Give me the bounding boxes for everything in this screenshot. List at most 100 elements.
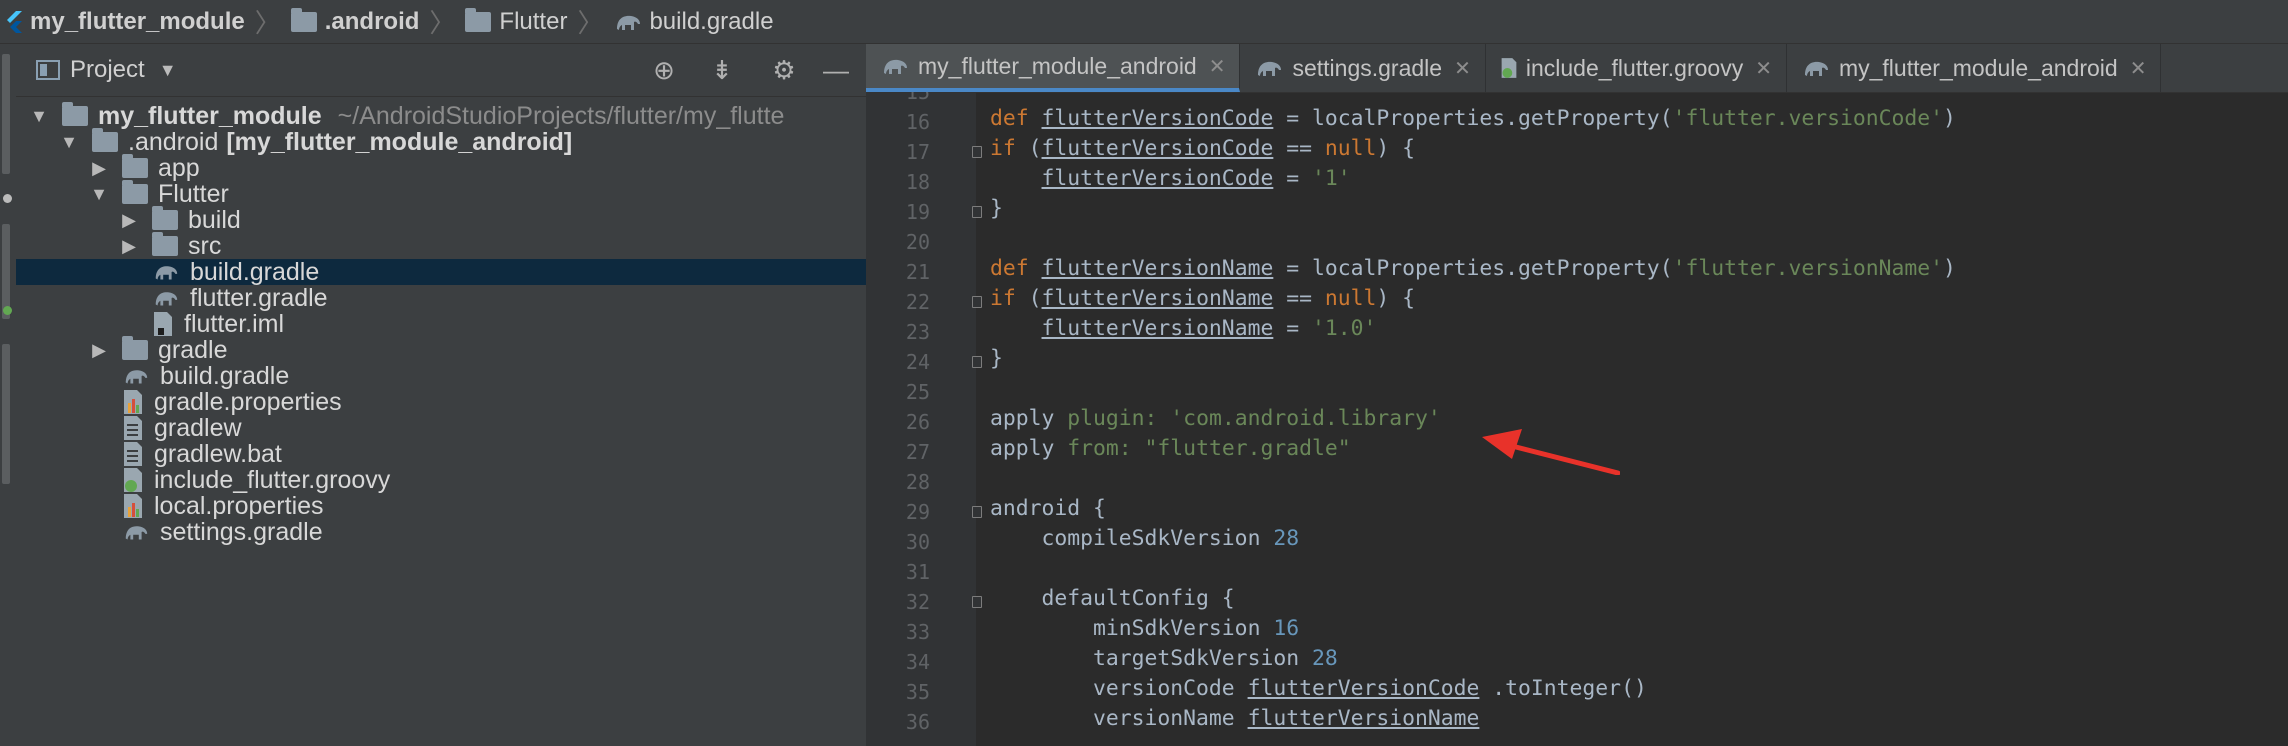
fold-open-icon[interactable] [972, 506, 982, 518]
chevron-down-icon[interactable]: ▼ [159, 60, 177, 81]
fold-close-icon[interactable] [972, 206, 982, 218]
code-line[interactable]: compileSdkVersion 28 [990, 526, 1300, 551]
gradle-icon [122, 365, 160, 387]
tree-item[interactable]: gradlew [16, 414, 866, 442]
tree-item[interactable]: ▼ my_flutter_module ~/AndroidStudioProject… [16, 101, 866, 130]
expand-down-icon[interactable]: ▼ [90, 184, 108, 205]
code-line[interactable]: android { [990, 496, 1106, 521]
tree-item[interactable]: include_flutter.groovy [16, 466, 866, 494]
tree-item[interactable]: flutter.iml [16, 310, 866, 338]
tree-item-label: build [188, 205, 241, 234]
code-token-str: '1.0' [1311, 316, 1377, 341]
breadcrumb-item-build-gradle[interactable]: build.gradle [607, 8, 779, 36]
expand-down-icon[interactable]: ▼ [30, 106, 48, 127]
line-number: 17 [905, 140, 930, 164]
code-line[interactable]: defaultConfig { [990, 586, 1235, 611]
breadcrumb-item-flutter[interactable]: Flutter [459, 7, 573, 36]
tree-item[interactable]: build.gradle [16, 257, 866, 286]
locate-icon[interactable]: ⊕ [650, 55, 678, 85]
tree-item-label: my_flutter_module [98, 101, 322, 130]
project-tool-window: Project ▼ ⊕ ⇟ ⚙ — ▼ my_flutter_module ~/An… [16, 44, 866, 746]
tree-item-label: Flutter [158, 179, 229, 208]
code-line[interactable]: if (flutterVersionCode == null) { [990, 136, 1415, 161]
breadcrumb-item-module[interactable]: my_flutter_module [0, 8, 251, 36]
code-line[interactable]: def flutterVersionCode = localProperties… [990, 106, 1956, 131]
project-window-icon [36, 60, 60, 80]
close-icon[interactable]: ✕ [1209, 54, 1226, 79]
collapse-all-icon[interactable]: ⇟ [708, 55, 736, 85]
code-line[interactable]: flutterVersionName = '1.0' [990, 316, 1377, 341]
expand-down-icon[interactable]: ▼ [60, 132, 78, 153]
editor-tab[interactable]: my_flutter_module_android ✕ [866, 44, 1241, 92]
tree-item[interactable]: build.gradle [16, 362, 866, 390]
code-token-var: flutterVersionName [1041, 316, 1274, 341]
code-line[interactable]: flutterVersionCode = '1' [990, 166, 1351, 191]
expand-right-icon[interactable]: ▶ [120, 210, 138, 231]
editor-tab[interactable]: my_flutter_module_android ✕ [1787, 44, 2162, 92]
tree-item[interactable]: ▼ .android [my_flutter_module_android] [16, 128, 866, 156]
code-line[interactable]: targetSdkVersion 28 [990, 646, 1338, 671]
tree-item-label: flutter.gradle [190, 283, 328, 312]
code-token: = [1286, 316, 1312, 341]
code-editor: my_flutter_module_android ✕ settings.gradl… [866, 44, 2288, 746]
tree-item-label: app [158, 153, 200, 182]
hide-panel-icon[interactable]: — [822, 55, 850, 85]
code-line[interactable]: apply from: "flutter.gradle" [990, 436, 1351, 461]
tree-item-label: build.gradle [190, 257, 320, 286]
code-token-kw: def [990, 106, 1042, 131]
gear-icon[interactable]: ⚙ [770, 55, 798, 85]
tree-item-label: settings.gradle [160, 517, 323, 546]
line-number: 23 [905, 320, 930, 344]
tree-item[interactable]: ▶ build [16, 205, 866, 234]
code-line[interactable]: } [990, 196, 1003, 221]
code-token: ) { [1376, 286, 1416, 311]
line-number: 28 [905, 470, 930, 494]
tree-item[interactable]: ▶ gradle [16, 335, 866, 364]
code-line[interactable]: versionName flutterVersionName [990, 706, 1492, 731]
gradle-icon [1258, 61, 1282, 76]
code-line[interactable]: } [990, 346, 1003, 371]
fold-close-icon[interactable] [972, 356, 982, 368]
tool-window-tab[interactable] [2, 344, 10, 484]
tree-item[interactable]: ▼ Flutter [16, 179, 866, 208]
tree-item[interactable]: ▶ src [16, 232, 866, 260]
fold-open-icon[interactable] [972, 296, 982, 308]
code-line[interactable]: minSdkVersion 16 [990, 616, 1299, 641]
fold-open-icon[interactable] [972, 596, 982, 608]
tree-item[interactable]: gradlew.bat [16, 440, 866, 468]
tree-item[interactable]: flutter.gradle [16, 283, 866, 312]
code-line[interactable]: if (flutterVersionName == null) { [990, 286, 1415, 311]
code-token-var: flutterVersionName [1041, 256, 1274, 281]
tree-item[interactable]: gradle.properties [16, 388, 866, 416]
project-view-title[interactable]: Project [70, 56, 145, 84]
tool-window-tab[interactable] [2, 224, 10, 319]
tool-window-tab[interactable] [2, 54, 10, 174]
code-token: ) [1943, 106, 1956, 131]
close-icon[interactable]: ✕ [1454, 56, 1471, 81]
tree-item[interactable]: settings.gradle [16, 517, 866, 546]
expand-right-icon[interactable]: ▶ [90, 340, 108, 361]
code-token: ( [1028, 136, 1042, 161]
code-area[interactable]: 15 16 def flutterVersionCode = localProper… [866, 92, 2288, 746]
text-file-icon [122, 441, 154, 467]
tree-item-label: gradle [158, 335, 228, 364]
code-token: == [1286, 136, 1325, 161]
tree-item-label: local.properties [154, 491, 324, 520]
fold-open-icon[interactable] [972, 146, 982, 158]
tree-item[interactable]: local.properties [16, 491, 866, 520]
code-line[interactable]: def flutterVersionName = localProperties… [990, 256, 1956, 281]
editor-tab[interactable]: include_flutter.groovy ✕ [1486, 44, 1787, 92]
code-token: ) [1943, 256, 1956, 281]
expand-right-icon[interactable]: ▶ [90, 158, 108, 179]
folder-icon [122, 180, 158, 204]
tab-label: my_flutter_module_android [1838, 54, 2118, 81]
close-icon[interactable]: ✕ [2130, 56, 2147, 81]
expand-right-icon[interactable]: ▶ [120, 236, 138, 257]
breadcrumb-item-android[interactable]: .android [285, 7, 426, 36]
editor-tab[interactable]: settings.gradle ✕ [1240, 44, 1486, 92]
tree-item[interactable]: ▶ app [16, 153, 866, 182]
code-line[interactable]: apply plugin: 'com.android.library' [990, 406, 1441, 431]
code-line[interactable]: versionCode flutterVersionCode .toIntege… [990, 676, 1647, 701]
close-icon[interactable]: ✕ [1755, 56, 1772, 81]
code-token-str: plugin: 'com.android.library' [1067, 406, 1441, 431]
